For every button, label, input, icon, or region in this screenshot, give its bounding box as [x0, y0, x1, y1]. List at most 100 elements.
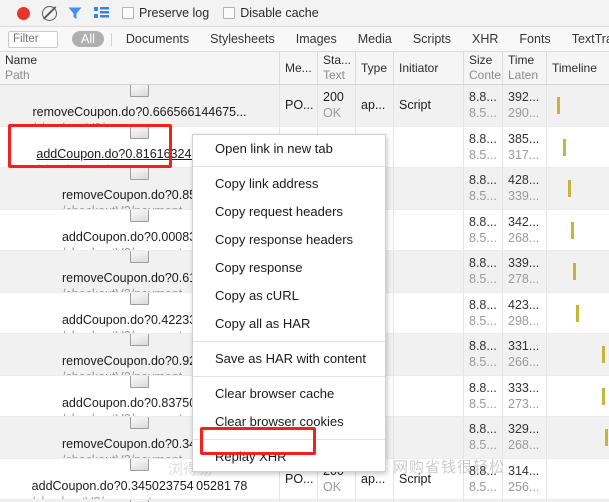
menu-item-copy-as-curl[interactable]: Copy as cURL [193, 282, 385, 310]
record-button[interactable] [10, 2, 36, 24]
column-header-type-line1: Type [361, 60, 388, 75]
request-time-cell: 385... 317... [503, 126, 547, 167]
menu-item-copy-all-as-har[interactable]: Copy all as HAR [193, 310, 385, 338]
request-initiator-cell-primary: Script [399, 98, 431, 113]
request-status-cell: 200OK [318, 85, 356, 126]
request-path: /checkoutV3/payment [32, 494, 248, 499]
disable-cache-label: Disable cache [240, 6, 319, 20]
filter-toggle-button[interactable] [62, 2, 88, 24]
filter-input[interactable] [8, 30, 58, 48]
request-time-cell-primary: 342... [508, 214, 540, 229]
request-time-cell-primary: 428... [508, 173, 540, 188]
clear-button[interactable] [36, 2, 62, 24]
timeline-bar [602, 346, 605, 363]
request-size-cell-secondary: 8.5... [469, 438, 497, 453]
clear-no-entry-icon [41, 5, 57, 21]
column-header-type[interactable]: Type [356, 52, 394, 84]
request-time-cell-primary: 329... [508, 422, 540, 437]
request-initiator-cell [394, 292, 464, 333]
menu-item-save-as-har-with-content[interactable]: Save as HAR with content [193, 345, 385, 373]
column-header-status-line1: Sta... [323, 53, 352, 67]
request-time-cell: 392... 290... [503, 85, 547, 126]
timeline-bar [568, 180, 571, 197]
filter-type-stylesheets[interactable]: Stylesheets [203, 31, 282, 47]
column-header-timeline-line1: Timeline [552, 60, 597, 75]
request-size-cell: 8.8... 8.5... [464, 417, 503, 458]
request-method-cell: PO... [280, 85, 318, 126]
table-row[interactable]: removeCoupon.do?0.666566144675.../checko… [0, 85, 609, 127]
request-name: addCoupon.do?0.345023754 05281 78 [31, 478, 248, 493]
menu-item-copy-link-address[interactable]: Copy link address [193, 170, 385, 198]
column-header-size[interactable]: Size Contе [464, 52, 503, 84]
record-circle-icon [16, 6, 30, 20]
menu-item-copy-request-headers[interactable]: Copy request headers [193, 198, 385, 226]
table-header: Name Path Me... Sta... Text Type Initiat… [0, 52, 609, 85]
document-icon [130, 85, 149, 98]
column-header-time[interactable]: Time Laten [503, 52, 547, 84]
request-time-cell-primary: 333... [508, 380, 540, 395]
request-status-cell-secondary: OK [323, 479, 342, 494]
request-size-cell: 8.8... 8.5... [464, 251, 503, 292]
timeline-bar [571, 221, 574, 239]
disable-cache-checkbox[interactable]: Disable cache [223, 6, 319, 20]
request-time-cell: 339... 278... [503, 251, 547, 292]
request-time-cell-secondary: 339... [508, 189, 540, 204]
column-header-size-line1: Size [469, 53, 493, 67]
timeline-bar [605, 429, 608, 446]
request-timeline-cell [547, 334, 609, 375]
funnel-filter-icon [68, 7, 82, 19]
request-size-cell-secondary: 8.5... [469, 147, 497, 162]
menu-item-copy-response-headers[interactable]: Copy response headers [193, 226, 385, 254]
request-size-cell: 8.8... 8.5... [464, 168, 503, 209]
request-time-cell: 329... 268... [503, 417, 547, 458]
request-method-cell-primary: PO... [285, 98, 314, 113]
menu-item-copy-response[interactable]: Copy response [193, 254, 385, 282]
menu-item-open-link-in-new-tab[interactable]: Open link in new tab [193, 135, 385, 163]
column-header-time-line1: Time [508, 53, 535, 67]
request-size-cell-primary: 8.8... [469, 173, 497, 188]
request-size-cell: 8.8... 8.5... [464, 292, 503, 333]
request-time-cell: 314... 256... [503, 458, 547, 499]
filter-bar: All Documents Stylesheets Images Media Script… [0, 27, 609, 52]
filter-type-media[interactable]: Media [351, 31, 399, 47]
filter-type-images[interactable]: Images [289, 31, 344, 47]
request-size-cell-primary: 8.8... [469, 90, 497, 105]
request-initiator-cell [394, 251, 464, 292]
menu-item-clear-browser-cache[interactable]: Clear browser cache [193, 380, 385, 408]
column-header-status[interactable]: Sta... Text [318, 52, 356, 84]
request-size-cell-secondary: 8.5... [469, 230, 497, 245]
context-menu[interactable]: Open link in new tab Copy link address Cop… [192, 134, 386, 472]
request-initiator-cell [394, 126, 464, 167]
document-icon [130, 209, 149, 222]
filter-type-fonts[interactable]: Fonts [512, 31, 557, 47]
request-path: /checkoutV3/payment [32, 120, 246, 125]
view-toggle-button[interactable] [88, 2, 114, 24]
filter-type-texttracks[interactable]: TextTracks [565, 31, 609, 47]
request-time-cell-secondary: 256... [508, 479, 540, 494]
filter-type-documents[interactable]: Documents [119, 31, 196, 47]
request-timeline-cell [547, 376, 609, 417]
preserve-log-label: Preserve log [139, 6, 210, 20]
request-status-cell-secondary: OK [323, 106, 342, 121]
filter-type-xhr[interactable]: XHR [465, 31, 505, 47]
column-header-timeline[interactable]: Timeline [547, 52, 609, 84]
filter-type-scripts[interactable]: Scripts [406, 31, 458, 47]
menu-item-clear-browser-cookies[interactable]: Clear browser cookies [193, 408, 385, 436]
menu-item-replay-xhr[interactable]: Replay XHR [193, 443, 385, 471]
request-size-cell: 8.8... 8.5... [464, 375, 503, 416]
request-name-cell[interactable]: removeCoupon.do?0.666566144675.../checko… [0, 85, 280, 126]
request-size-cell-secondary: 8.5... [469, 479, 497, 494]
column-header-name[interactable]: Name Path [0, 52, 280, 84]
timeline-bar [573, 263, 576, 280]
request-initiator-cell-primary: Script [399, 471, 431, 486]
column-header-method[interactable]: Me... [280, 52, 318, 84]
request-time-cell-secondary: 298... [508, 313, 540, 328]
request-size-cell-secondary: 8.5... [469, 106, 497, 121]
preserve-log-checkbox[interactable]: Preserve log [122, 6, 209, 20]
document-icon [130, 251, 149, 264]
filter-type-all[interactable]: All [72, 31, 104, 47]
request-initiator-cell: Script [394, 458, 464, 499]
column-header-initiator[interactable]: Initiator [394, 52, 464, 84]
request-type-cell-primary: ap... [361, 471, 386, 486]
request-time-cell-secondary: 278... [508, 272, 540, 287]
